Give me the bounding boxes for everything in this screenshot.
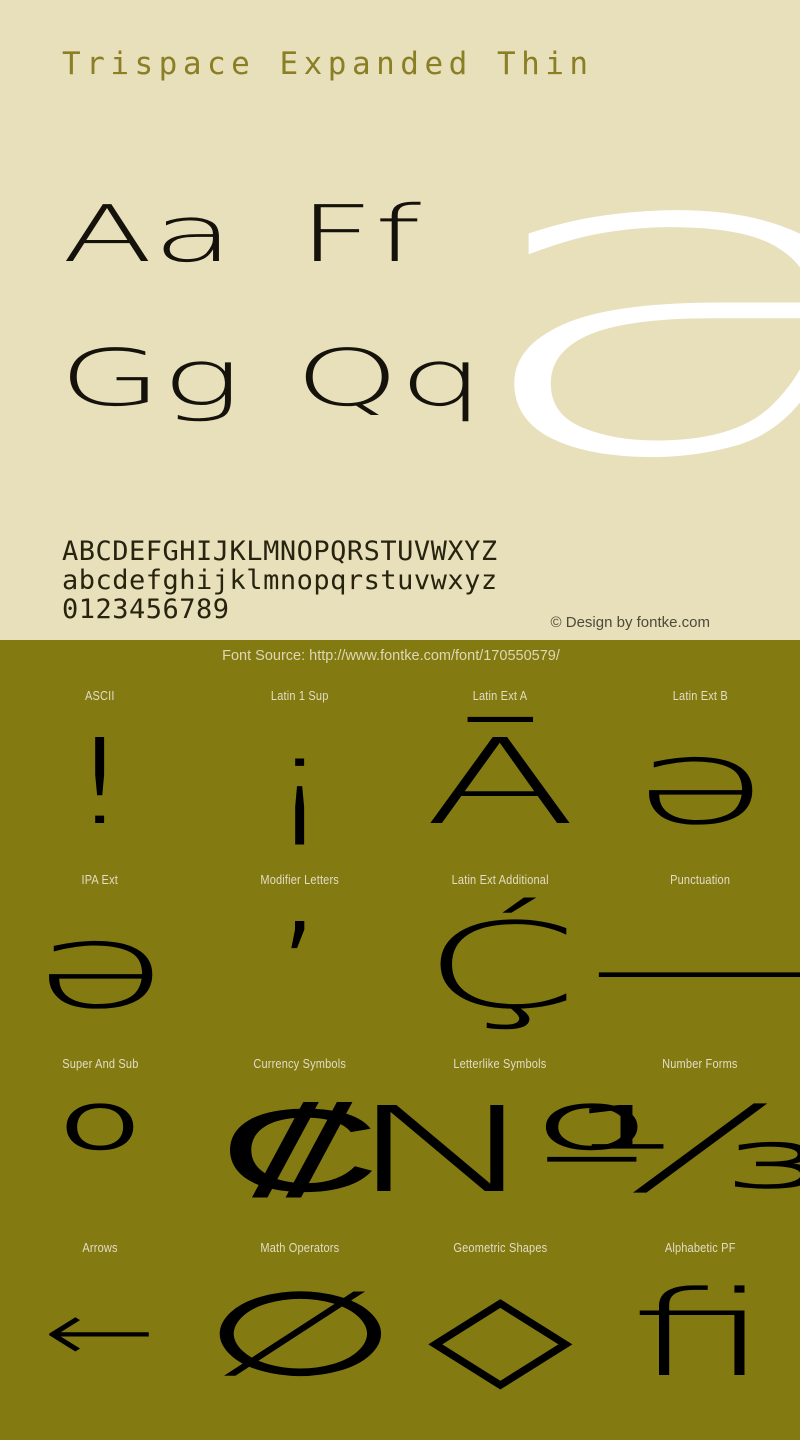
unicode-block-label: Latin Ext Additional — [451, 873, 549, 887]
unicode-blocks-panel: Font Source: http://www.fontke.com/font/… — [0, 640, 800, 1440]
unicode-block-cell[interactable]: Alphabetic PF ﬁ — [600, 1228, 800, 1412]
unicode-block-cell[interactable]: Super And Sub ⁰ — [0, 1044, 200, 1228]
unicode-block-cell[interactable]: Math Operators ∅ — [200, 1228, 400, 1412]
unicode-block-label: Arrows — [82, 1241, 118, 1255]
unicode-block-glyph: Ā — [423, 712, 577, 851]
unicode-block-cell[interactable]: Modifier Letters ʼ — [200, 860, 400, 1044]
unicode-block-label: Number Forms — [662, 1057, 738, 1071]
unicode-block-glyph: ǝ — [31, 896, 169, 1035]
copyright-notice: © Design by fontke.com — [550, 614, 710, 631]
unicode-block-cell[interactable]: Letterlike Symbols № — [345, 1044, 655, 1228]
alphabet-row-lowercase: abcdefghijklmnopqrstuvwxyz — [62, 565, 498, 596]
unicode-block-cell[interactable]: Geometric Shapes ◇ — [400, 1228, 600, 1412]
unicode-block-cell[interactable]: Latin Ext B ǝ — [600, 676, 800, 860]
unicode-block-glyph: ◇ — [427, 1264, 573, 1403]
unicode-block-label: Modifier Letters — [260, 873, 340, 887]
showcase-glyph: a — [449, 88, 800, 518]
font-source-link[interactable]: Font Source: http://www.fontke.com/font/… — [0, 648, 800, 664]
unicode-block-glyph: ʼ — [269, 896, 331, 1035]
unicode-block-glyph: ¡ — [262, 712, 338, 851]
unicode-block-label: Letterlike Symbols — [453, 1057, 547, 1071]
unicode-block-label: Latin Ext A — [472, 689, 528, 703]
unicode-block-cell[interactable]: Latin Ext Additional Ḉ — [400, 860, 600, 1044]
letter-pair-sample: Aa — [62, 190, 234, 280]
specimen-top-panel: Trispace Expanded Thin a Aa Ff Gg Qq ABC… — [0, 0, 800, 640]
unicode-block-label: Latin 1 Sup — [271, 689, 329, 703]
unicode-block-cell[interactable]: Number Forms ⅓ — [571, 1044, 800, 1228]
unicode-block-cell[interactable]: Latin Ext A Ā — [400, 676, 600, 860]
letter-pair-sample: Ff — [298, 190, 421, 280]
letter-pair-sample: Gg — [59, 334, 242, 424]
unicode-block-label: Alphabetic PF — [664, 1241, 736, 1255]
font-specimen-page: Trispace Expanded Thin a Aa Ff Gg Qq ABC… — [0, 0, 800, 1440]
unicode-block-glyph: ǝ — [631, 712, 769, 851]
alphabet-row-digits: 0123456789 — [62, 594, 230, 625]
unicode-block-glyph: ⅓ — [571, 1071, 800, 1228]
unicode-block-glyph: ← — [43, 1283, 157, 1383]
letter-pair-sample: Qq — [295, 334, 484, 424]
alphabet-row-uppercase: ABCDEFGHIJKLMNOPQRSTUVWXYZ — [62, 536, 498, 567]
unicode-block-glyph: ﬁ — [629, 1264, 771, 1403]
unicode-block-label: ASCII — [85, 689, 115, 703]
unicode-block-label: IPA Ext — [81, 873, 119, 887]
unicode-block-cell[interactable]: Arrows ← — [0, 1228, 200, 1412]
unicode-block-label: Super And Sub — [61, 1057, 139, 1071]
unicode-block-grid: ASCII ! Latin 1 Sup ¡ Latin Ext A Ā Lati… — [0, 676, 800, 1412]
unicode-block-glyph: Ḉ — [421, 896, 579, 1035]
unicode-block-glyph: ⁰ — [55, 1080, 145, 1219]
unicode-block-label: Math Operators — [260, 1241, 340, 1255]
unicode-block-label: Geometric Shapes — [453, 1241, 547, 1255]
unicode-block-glyph: ∅ — [202, 1264, 398, 1403]
unicode-block-cell[interactable]: Punctuation — — [587, 860, 800, 1044]
unicode-block-glyph: ! — [62, 712, 138, 851]
unicode-block-glyph: — — [587, 896, 800, 1035]
unicode-block-label: Punctuation — [669, 873, 731, 887]
unicode-block-glyph: № — [345, 1080, 655, 1219]
unicode-block-cell[interactable]: Latin 1 Sup ¡ — [200, 676, 400, 860]
unicode-block-label: Latin Ext B — [672, 689, 728, 703]
unicode-block-label: Currency Symbols — [253, 1057, 347, 1071]
unicode-block-cell[interactable]: IPA Ext ǝ — [0, 860, 200, 1044]
unicode-block-cell[interactable]: ASCII ! — [0, 676, 200, 860]
